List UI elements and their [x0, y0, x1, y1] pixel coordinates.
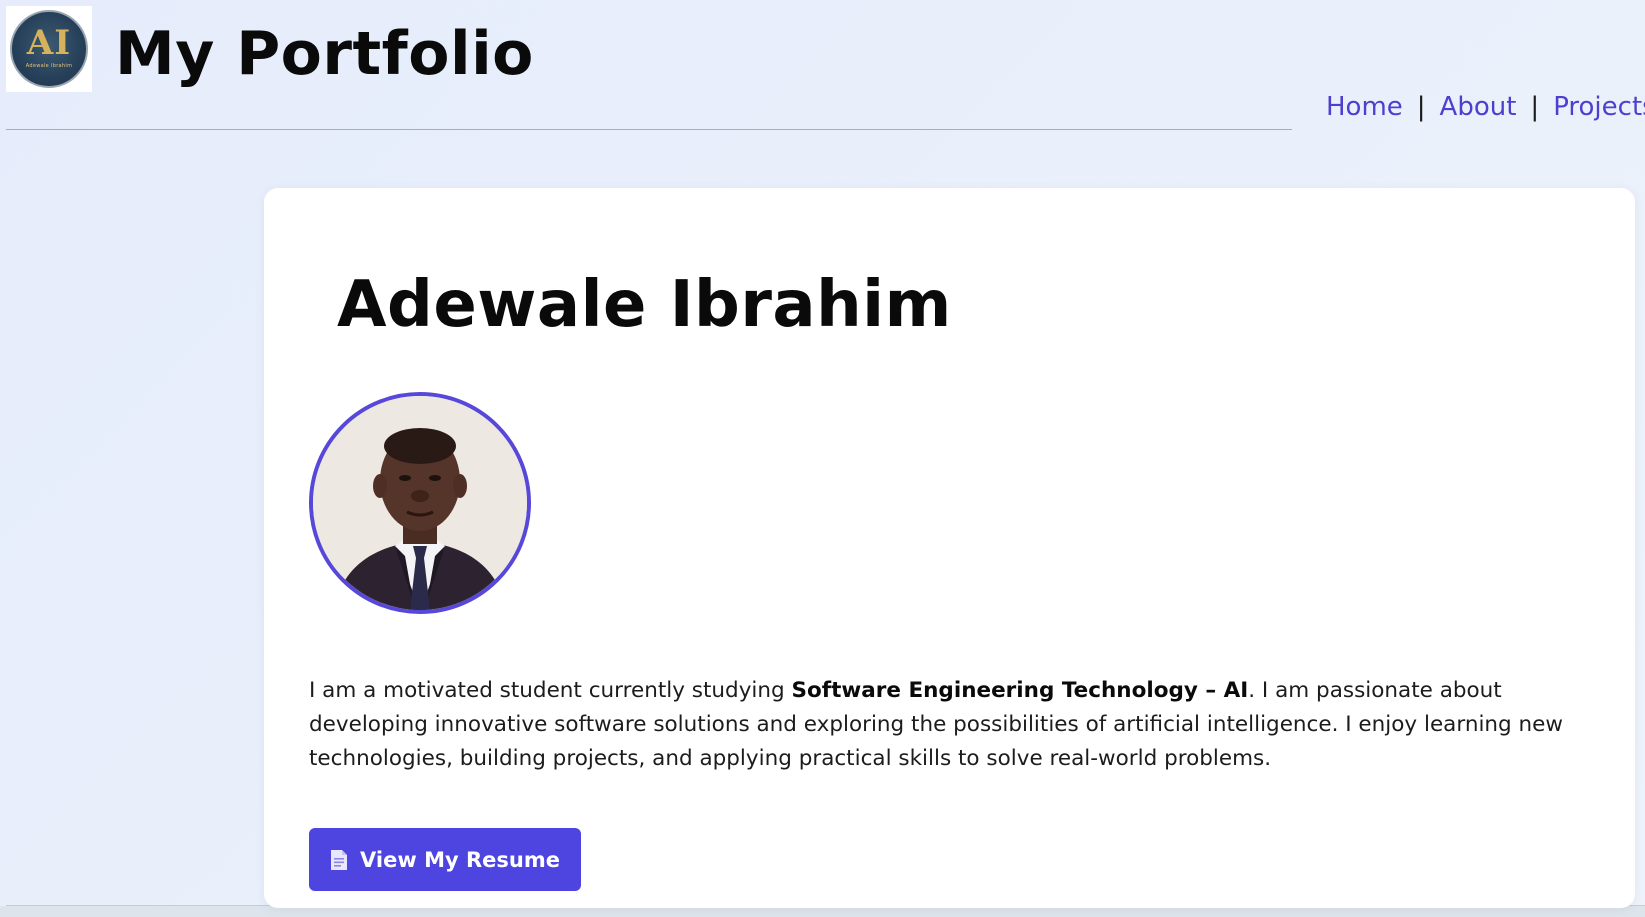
header-divider	[6, 129, 1292, 130]
bio-text-start: I am a motivated student currently study…	[309, 678, 792, 703]
view-resume-label: View My Resume	[360, 847, 560, 872]
logo-subtext: Adewale Ibrahim	[25, 62, 73, 69]
nav-separator: |	[1416, 92, 1426, 122]
profile-card: Adewale Ibrahim I am a motivated student…	[264, 188, 1635, 908]
avatar-portrait	[313, 396, 527, 610]
document-icon	[331, 849, 348, 870]
main-nav: Home | About | Projects |	[1326, 87, 1645, 127]
logo-monogram: AI	[26, 22, 72, 63]
bio-program: Software Engineering Technology – AI	[791, 678, 1249, 703]
site-title: My Portfolio	[115, 19, 534, 89]
avatar	[309, 392, 531, 614]
nav-link-projects[interactable]: Projects	[1553, 92, 1645, 122]
nav-separator: |	[1530, 92, 1540, 122]
nav-link-home[interactable]: Home	[1326, 92, 1403, 122]
logo-icon: AI Adewale Ibrahim	[10, 10, 88, 88]
profile-name: Adewale Ibrahim	[337, 268, 952, 342]
bio-paragraph: I am a motivated student currently study…	[309, 674, 1604, 776]
site-logo[interactable]: AI Adewale Ibrahim	[6, 6, 92, 92]
view-resume-button[interactable]: View My Resume	[309, 828, 581, 891]
nav-link-about[interactable]: About	[1440, 92, 1517, 122]
